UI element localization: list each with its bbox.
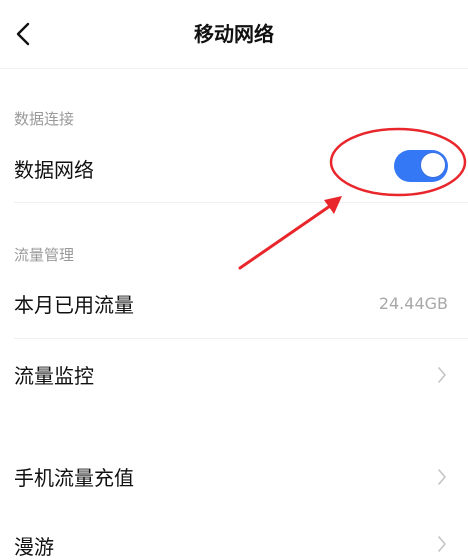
chevron-right-icon: [438, 469, 446, 485]
annotation-arrow-head: [324, 196, 342, 214]
divider: [14, 202, 468, 203]
data-network-label: 数据网络: [14, 158, 94, 182]
section-label-traffic: 流量管理: [14, 246, 75, 264]
divider: [14, 338, 468, 339]
section-label-data-connection: 数据连接: [14, 110, 75, 128]
chevron-right-icon: [438, 536, 446, 552]
annotation-arrow-line: [238, 204, 332, 270]
monthly-usage-value: 24.44GB: [378, 294, 448, 313]
chevron-right-icon: [438, 367, 446, 383]
toggle-knob: [420, 152, 446, 178]
data-network-toggle[interactable]: [394, 150, 448, 182]
roaming-item[interactable]: 漫游: [14, 531, 54, 560]
recharge-item[interactable]: 手机流量充值: [14, 462, 134, 491]
traffic-monitor-item[interactable]: 流量监控: [14, 360, 94, 389]
header: 移动网络: [0, 0, 468, 69]
page-title: 移动网络: [194, 22, 274, 46]
monthly-usage-label: 本月已用流量: [14, 293, 134, 317]
